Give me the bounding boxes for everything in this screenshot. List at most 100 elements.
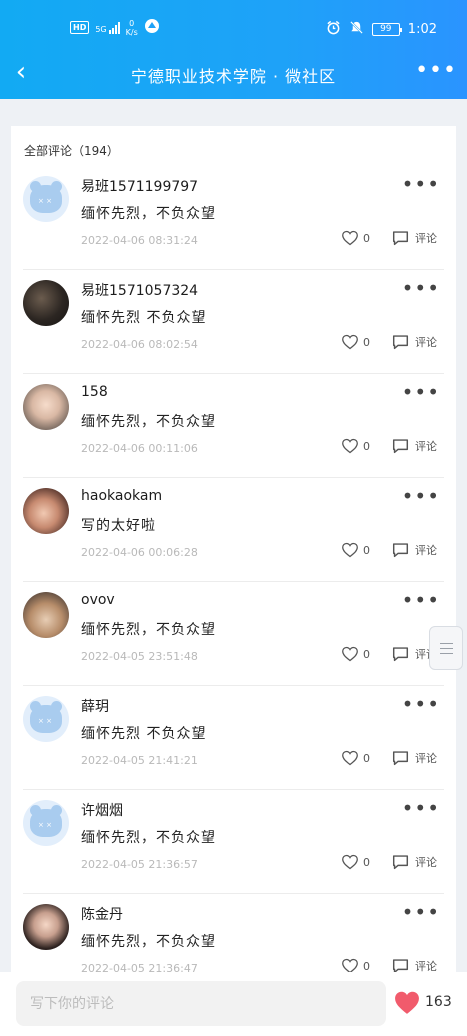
comment-bubble-icon xyxy=(392,543,409,558)
reply-button[interactable]: 评论 xyxy=(392,230,437,246)
commenter-name[interactable]: 易班1571057324 xyxy=(81,280,198,300)
more-options-icon[interactable]: ••• xyxy=(402,588,440,612)
avatar[interactable] xyxy=(23,488,69,534)
commenter-name[interactable]: ovov xyxy=(81,592,115,608)
comment-input[interactable] xyxy=(16,981,386,1026)
like-count: 0 xyxy=(363,647,370,661)
avatar[interactable] xyxy=(23,904,69,950)
commenter-name[interactable]: 薛玥 xyxy=(81,696,109,716)
comment-text: 缅怀先烈 不负众望 xyxy=(81,310,207,326)
comment-text: 缅怀先烈，不负众望 xyxy=(81,830,216,846)
comment-item: haokaokam ••• 写的太好啦 2022-04-06 00:06:28 … xyxy=(11,478,456,582)
status-left: HD 5G 0 K/s xyxy=(70,18,160,37)
comment-time: 2022-04-05 23:51:48 xyxy=(81,650,198,663)
alarm-icon xyxy=(326,20,341,39)
net-speed: 0 K/s xyxy=(126,19,138,37)
comments-count-title: 全部评论（194） xyxy=(24,144,119,158)
like-count: 0 xyxy=(363,959,370,973)
comment-text: 缅怀先烈，不负众望 xyxy=(81,622,216,638)
comment-item: × × 薛玥 ••• 缅怀先烈 不负众望 2022-04-05 21:41:21… xyxy=(11,686,456,790)
commenter-name[interactable]: 陈金丹 xyxy=(81,904,123,924)
net-speed-unit: K/s xyxy=(125,27,138,37)
reply-label: 评论 xyxy=(415,336,437,349)
avatar[interactable] xyxy=(23,592,69,638)
scroll-handle[interactable] xyxy=(429,626,463,670)
like-button[interactable]: 0 xyxy=(341,334,370,350)
commenter-name[interactable]: 158 xyxy=(81,384,108,400)
battery-icon: 99 xyxy=(371,23,402,36)
heart-filled-icon[interactable] xyxy=(393,990,421,1019)
network-indicator: 5G xyxy=(95,21,120,34)
reply-label: 评论 xyxy=(415,232,437,245)
avatar[interactable] xyxy=(23,280,69,326)
reply-button[interactable]: 评论 xyxy=(392,854,437,870)
status-right: 99 1:02 xyxy=(326,20,437,39)
more-options-icon[interactable]: ••• xyxy=(402,276,440,300)
like-button[interactable]: 0 xyxy=(341,646,370,662)
comment-time: 2022-04-06 00:11:06 xyxy=(81,442,198,455)
comment-time: 2022-04-05 21:41:21 xyxy=(81,754,198,767)
avatar[interactable]: × × xyxy=(23,696,69,742)
more-options-icon[interactable]: ••• xyxy=(415,59,457,83)
app-notification-icon xyxy=(144,18,160,37)
commenter-name[interactable]: haokaokam xyxy=(81,488,162,504)
avatar[interactable]: × × xyxy=(23,800,69,846)
comment-item: ovov ••• 缅怀先烈，不负众望 2022-04-05 23:51:48 0… xyxy=(11,582,456,686)
like-count: 0 xyxy=(363,855,370,869)
comment-bubble-icon xyxy=(392,231,409,246)
comment-time: 2022-04-05 21:36:57 xyxy=(81,858,198,871)
avatar[interactable]: × × xyxy=(23,176,69,222)
comment-text: 缅怀先烈 不负众望 xyxy=(81,726,207,742)
comment-text: 缅怀先烈，不负众望 xyxy=(81,934,216,950)
reply-label: 评论 xyxy=(415,856,437,869)
comment-item: × × 易班1571199797 ••• 缅怀先烈，不负众望 2022-04-0… xyxy=(11,166,456,270)
status-bar: HD 5G 0 K/s 99 1:02 xyxy=(0,14,467,44)
signal-icon xyxy=(108,21,120,34)
reply-label: 评论 xyxy=(415,544,437,557)
network-label: 5G xyxy=(95,24,107,34)
avatar[interactable] xyxy=(23,384,69,430)
more-options-icon[interactable]: ••• xyxy=(402,380,440,404)
bottom-bar: 163 xyxy=(0,972,467,1036)
reply-button[interactable]: 评论 xyxy=(392,334,437,350)
like-button[interactable]: 0 xyxy=(341,854,370,870)
comment-bubble-icon xyxy=(392,855,409,870)
comment-text: 写的太好啦 xyxy=(81,518,156,534)
commenter-name[interactable]: 易班1571199797 xyxy=(81,176,198,196)
like-count: 0 xyxy=(363,543,370,557)
comment-item: 158 ••• 缅怀先烈，不负众望 2022-04-06 00:11:06 0 … xyxy=(11,374,456,478)
clock-time: 1:02 xyxy=(407,22,437,37)
like-count: 0 xyxy=(363,439,370,453)
heart-outline-icon xyxy=(342,334,358,350)
nav-bar: ‹ 宁德职业技术学院 · 微社区 ••• xyxy=(0,55,467,93)
comment-text: 缅怀先烈，不负众望 xyxy=(81,414,216,430)
app-header: HD 5G 0 K/s 99 1:02 ‹ 宁德职业技术学院 · 微社区 ••• xyxy=(0,0,467,99)
more-options-icon[interactable]: ••• xyxy=(402,484,440,508)
like-button[interactable]: 0 xyxy=(341,750,370,766)
more-options-icon[interactable]: ••• xyxy=(402,900,440,924)
like-button[interactable]: 0 xyxy=(341,438,370,454)
like-button[interactable]: 0 xyxy=(341,230,370,246)
comment-item: 易班1571057324 ••• 缅怀先烈 不负众望 2022-04-06 08… xyxy=(11,270,456,374)
reply-button[interactable]: 评论 xyxy=(392,438,437,454)
reply-label: 评论 xyxy=(415,752,437,765)
like-button[interactable]: 0 xyxy=(341,542,370,558)
like-count: 0 xyxy=(363,231,370,245)
like-count: 0 xyxy=(363,751,370,765)
comment-bubble-icon xyxy=(392,647,409,662)
more-options-icon[interactable]: ••• xyxy=(402,172,440,196)
more-options-icon[interactable]: ••• xyxy=(402,796,440,820)
commenter-name[interactable]: 许烟烟 xyxy=(81,800,123,820)
reply-button[interactable]: 评论 xyxy=(392,750,437,766)
mute-icon xyxy=(349,20,364,39)
like-count: 0 xyxy=(363,335,370,349)
heart-outline-icon xyxy=(342,438,358,454)
reply-label: 评论 xyxy=(415,440,437,453)
more-options-icon[interactable]: ••• xyxy=(402,692,440,716)
comment-bubble-icon xyxy=(392,335,409,350)
comments-card: 全部评论（194） × × 易班1571199797 ••• 缅怀先烈，不负众望… xyxy=(11,126,456,1006)
net-speed-value: 0 xyxy=(129,18,135,28)
heart-outline-icon xyxy=(342,542,358,558)
heart-outline-icon xyxy=(342,854,358,870)
reply-button[interactable]: 评论 xyxy=(392,542,437,558)
